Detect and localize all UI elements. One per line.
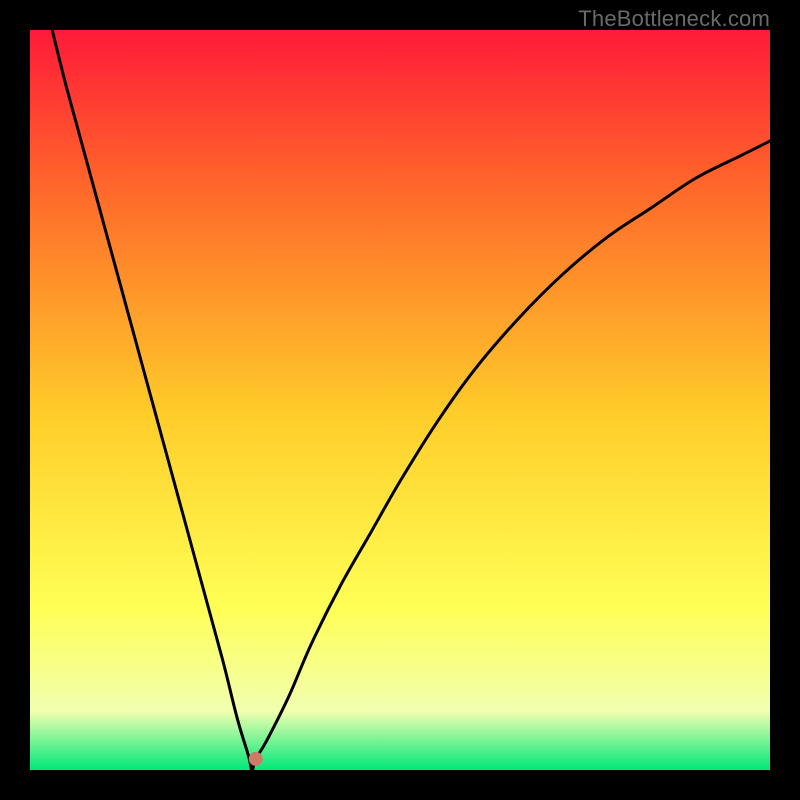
watermark-text: TheBottleneck.com (578, 6, 770, 32)
bottleneck-chart (30, 30, 770, 770)
gradient-background (30, 30, 770, 770)
optimal-marker (249, 752, 263, 766)
chart-frame (30, 30, 770, 770)
